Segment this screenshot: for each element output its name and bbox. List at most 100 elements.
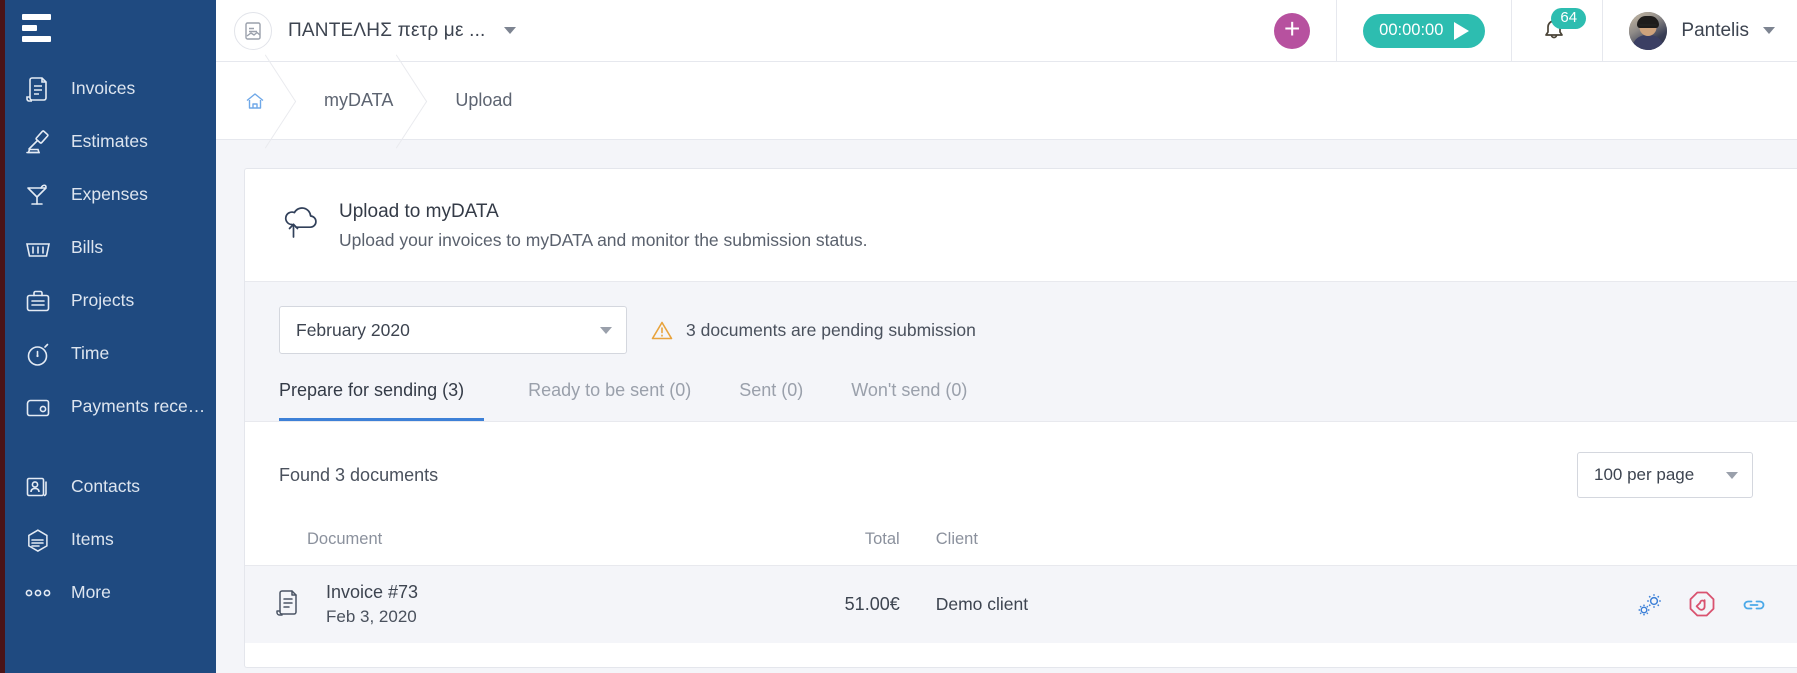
top-bar: ΠΑΝΤΕΛΗΣ πετρ με ... + 00:00:00 64 Pante… [216,0,1797,62]
table-body: Invoice #73 Feb 3, 2020 51.00€ Demo clie… [245,565,1797,644]
filter-toolbar: February 2020 3 documents are pending su… [245,281,1797,422]
document-text: Invoice #73 Feb 3, 2020 [326,582,418,627]
tab-label: Prepare for sending (3) [279,380,465,400]
cell-total: 51.00€ [844,594,900,614]
basket-icon [21,233,55,263]
app-root: Invoices Estimates Expenses Bills Projec… [0,0,1797,673]
table-row[interactable]: Invoice #73 Feb 3, 2020 51.00€ Demo clie… [245,565,1797,644]
results-summary-row: Found 3 documents 100 per page [245,422,1797,520]
sidebar-item-bills[interactable]: Bills [5,221,216,274]
card-header: Upload to myDATA Upload your invoices to… [245,169,1797,281]
sidebar-item-contacts[interactable]: Contacts [5,460,216,513]
column-header-client: Client [935,530,978,548]
add-new-button[interactable]: + [1274,12,1311,49]
contacts-icon [21,472,55,502]
sidebar-nav: Invoices Estimates Expenses Bills Projec… [5,62,216,619]
home-icon [246,92,264,109]
pending-warning-text: 3 documents are pending submission [686,319,976,340]
briefcase-icon [21,286,55,316]
per-page-select[interactable]: 100 per page [1577,452,1753,498]
sidebar-item-label: Contacts [71,476,141,496]
chevron-down-icon [503,27,516,34]
per-page-value: 100 per page [1594,465,1695,484]
hamburger-bar [22,25,37,31]
table-head: Document Total Client [245,520,1797,566]
period-select[interactable]: February 2020 [279,306,627,354]
main-area: ΠΑΝΤΕΛΗΣ πετρ με ... + 00:00:00 64 Pante… [216,0,1797,673]
sidebar-divider [5,433,216,460]
hamburger-bar [22,36,51,42]
user-menu[interactable]: Pantelis [1602,0,1797,62]
documents-table: Document Total Client Invoice #73 Feb 3,… [245,520,1797,643]
tab-wont-send[interactable]: Won't send (0) [831,380,987,421]
avatar [1629,11,1668,50]
column-header-actions [1296,520,1797,566]
user-name: Pantelis [1681,19,1749,41]
tab-sent[interactable]: Sent (0) [719,380,823,421]
chevron-down-icon [1726,471,1738,479]
stopwatch-icon [21,339,55,369]
sidebar-item-label: Payments rece… [71,396,206,416]
row-actions [1296,590,1769,620]
cocktail-icon [21,180,55,210]
link-icon[interactable] [1739,595,1769,615]
notifications-cell[interactable]: 64 [1511,0,1602,62]
sidebar-item-estimates[interactable]: Estimates [5,115,216,168]
company-name: ΠΑΝΤΕΛΗΣ πετρ με ... [288,19,486,41]
status-tabs: Prepare for sending (3) Ready to be sent… [279,380,1797,421]
timer-cell[interactable]: 00:00:00 [1336,0,1511,62]
hamburger-icon[interactable] [22,14,54,42]
sidebar-item-invoices[interactable]: Invoices [5,62,216,115]
sidebar-item-label: Expenses [71,184,148,204]
tab-ready-to-be-sent[interactable]: Ready to be sent (0) [508,380,711,421]
gears-icon[interactable] [1635,591,1665,619]
sidebar-item-items[interactable]: Items [5,513,216,566]
items-icon [21,525,55,555]
sidebar-item-time[interactable]: Time [5,327,216,380]
tab-label: Won't send (0) [851,380,968,400]
cell-actions [1296,566,1797,644]
chevron-down-icon [600,326,612,334]
breadcrumb-item-upload[interactable]: Upload [423,62,542,140]
chevron-down-icon [1763,27,1775,34]
tab-prepare-for-sending[interactable]: Prepare for sending (3) [279,380,485,421]
filter-row: February 2020 3 documents are pending su… [279,306,1797,354]
page-subtitle: Upload your invoices to myDATA and monit… [339,230,868,250]
gavel-icon [21,127,55,157]
sidebar-item-label: Bills [71,237,104,257]
add-button-cell[interactable]: + [1248,0,1336,62]
sidebar-item-payments-received[interactable]: Payments rece… [5,380,216,433]
cell-client: Demo client [935,594,1029,614]
bell-icon[interactable]: 64 [1538,7,1587,50]
breadcrumb-label: myDATA [324,90,394,110]
avatar-glasses [1639,23,1657,29]
content-area: Upload to myDATA Upload your invoices to… [216,140,1797,673]
sidebar-item-more[interactable]: More [5,566,216,619]
tab-label: Ready to be sent (0) [528,380,692,400]
company-switcher[interactable]: ΠΑΝΤΕΛΗΣ πετρ με ... [216,11,516,50]
pending-warning: 3 documents are pending submission [651,320,976,341]
hamburger-bar [22,14,51,20]
found-count-label: Found 3 documents [279,464,439,485]
breadcrumb-item-mydata[interactable]: myDATA [292,62,423,140]
sidebar-item-expenses[interactable]: Expenses [5,168,216,221]
timer-button[interactable]: 00:00:00 [1363,13,1486,48]
stop-hand-icon[interactable] [1687,590,1717,620]
cell-document: Invoice #73 Feb 3, 2020 [245,566,780,644]
play-icon[interactable] [1454,21,1470,40]
document-name[interactable]: Invoice #73 [326,582,418,603]
invoice-icon [21,74,55,104]
table-header-row: Document Total Client [245,520,1797,566]
sidebar-item-label: More [71,582,111,602]
sidebar-item-projects[interactable]: Projects [5,274,216,327]
card-header-text: Upload to myDATA Upload your invoices to… [339,201,867,251]
breadcrumb-home[interactable] [226,62,292,140]
sidebar-item-label: Projects [71,290,135,310]
sidebar-item-label: Invoices [71,78,136,98]
period-select-value: February 2020 [296,319,410,340]
document-avatar-icon [234,11,272,50]
tab-label: Sent (0) [739,380,804,400]
sidebar-item-label: Time [71,343,110,363]
column-header-total: Total [864,530,900,548]
invoice-document-icon [273,587,307,622]
